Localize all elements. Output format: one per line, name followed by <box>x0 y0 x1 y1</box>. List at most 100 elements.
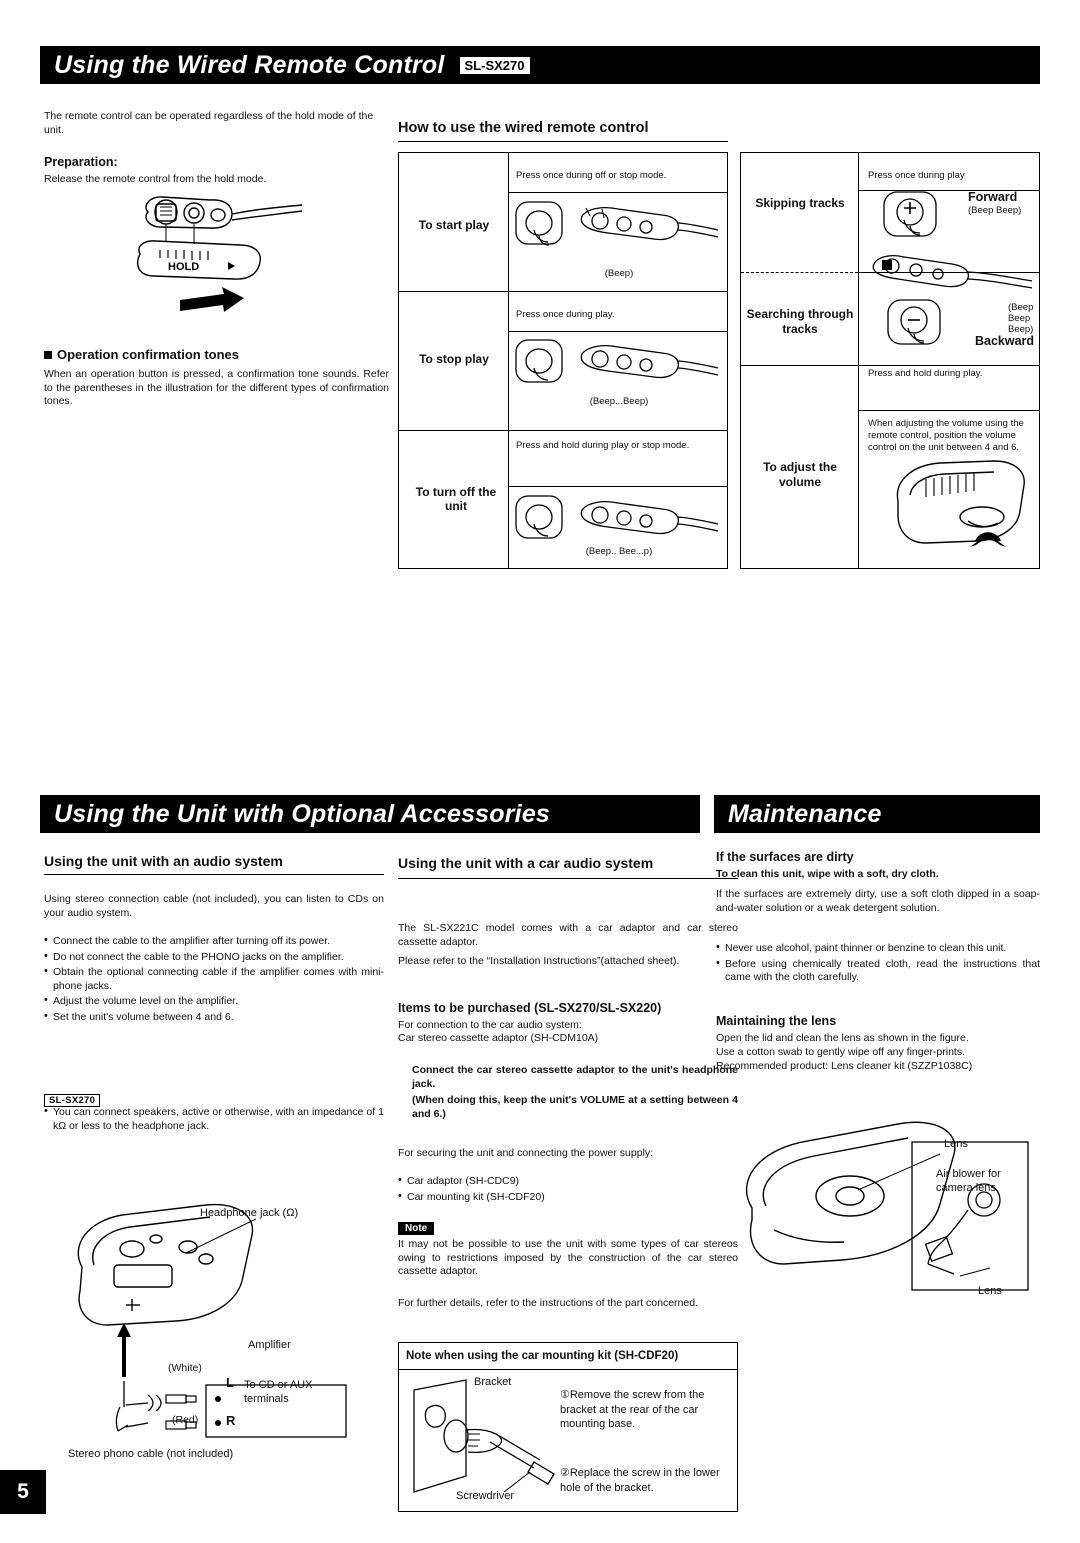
section-banner-optional-accessories: Using the Unit with Optional Accessories <box>40 795 700 833</box>
lens-text-3: Recommended product: Lens cleaner kit (S… <box>716 1060 973 1072</box>
further-details-text: For further details, refer to the instru… <box>398 1297 698 1309</box>
maintenance-bullets: Never use alcohol, paint thinner or benz… <box>716 941 1040 987</box>
car-mounting-illustration <box>404 1374 564 1506</box>
fig-white-label: (White) <box>168 1362 202 1374</box>
fig-red-label: (Red) <box>172 1414 199 1426</box>
manual-page: Using the Wired Remote Control SL-SX270 … <box>0 0 1080 1543</box>
preparation-text: Release the remote control from the hold… <box>44 173 267 185</box>
air-blower-label: Air blower for camera lens <box>936 1168 1001 1194</box>
car-mounting-note-heading: Note when using the car mounting kit (SH… <box>406 1350 679 1362</box>
connect-adaptor-bold2: (When doing this, keep the unit's VOLUME… <box>412 1094 738 1120</box>
row-instruction-searching: Press and hold during play. <box>868 368 983 379</box>
screwdriver-label: Screwdriver <box>456 1490 515 1502</box>
list-item: Never use alcohol, paint thinner or benz… <box>716 941 1040 956</box>
lens-cleaning-illustration <box>722 1090 1032 1300</box>
row-instruction-turn-off: Press and hold during play or stop mode. <box>516 440 690 451</box>
row-instruction-start-play: Press once during off or stop mode. <box>516 170 667 181</box>
list-item: You can connect speakers, active or othe… <box>44 1105 384 1133</box>
remote-cable-illustration <box>868 250 1036 290</box>
items-subheading: For connection to the car audio system: <box>398 1019 582 1031</box>
mount-step-2: ②Replace the screw in the lower hole of … <box>560 1467 720 1494</box>
section1-intro: The remote control can be operated regar… <box>44 110 374 136</box>
tones-heading: Operation confirmation tones <box>44 347 384 362</box>
bullet-square-icon <box>44 351 52 359</box>
list-item: Connect the cable to the amplifier after… <box>44 934 384 949</box>
preparation-heading: Preparation: <box>44 155 118 169</box>
tones-heading-text: Operation confirmation tones <box>57 347 240 362</box>
car-audio-para2: Please refer to the “Installation Instru… <box>398 955 680 967</box>
remote-backward-illustration <box>884 296 970 358</box>
forward-label: Forward <box>968 190 1018 204</box>
securing-bullets: Car adaptor (SH-CDC9) Car mounting kit (… <box>398 1174 738 1206</box>
row-instruction-stop-play: Press once during play. <box>516 309 615 320</box>
note-chip-text: Note <box>398 1222 435 1235</box>
table-divider-h2 <box>398 430 728 431</box>
row-label-volume-text: To adjust the volume <box>763 460 837 489</box>
hold-label: HOLD <box>168 261 199 273</box>
fig-left-channel-label: L <box>226 1375 234 1390</box>
row-instruction-skipping: Press once during play <box>868 170 965 181</box>
connect-adaptor-bold1: Connect the car stereo cassette adaptor … <box>412 1064 738 1090</box>
list-item: Car mounting kit (SH-CDF20) <box>398 1190 738 1205</box>
tones-text: When an operation button is pressed, a c… <box>44 368 389 407</box>
remote-press-illustration-1 <box>512 196 724 264</box>
row-label-stop-play: To stop play <box>419 352 489 366</box>
table-divider-vertical <box>508 152 509 569</box>
how-to-heading: How to use the wired remote control <box>398 120 728 142</box>
list-item: Set the unit's volume between 4 and 6. <box>44 1010 384 1025</box>
note-text: It may not be possible to use the unit w… <box>398 1238 738 1277</box>
row-label-skipping: Skipping tracks <box>748 196 852 210</box>
remote-press-illustration-2 <box>512 336 724 398</box>
section1-model-chip: SL-SX270 <box>458 55 531 75</box>
rtable-divider-r3 <box>858 410 1040 411</box>
table-divider-r1 <box>508 192 728 193</box>
list-item: Adjust the volume level on the amplifier… <box>44 994 384 1009</box>
audio-system-heading: Using the unit with an audio system <box>44 853 384 875</box>
lens-label-top: Lens <box>944 1138 968 1150</box>
securing-unit-text: For securing the unit and connecting the… <box>398 1147 654 1159</box>
lens-text-2: Use a cotton swab to gently wipe off any… <box>716 1046 966 1058</box>
list-item: Do not connect the cable to the PHONO ja… <box>44 950 384 965</box>
row-label-turn-off: To turn off the unit <box>415 485 497 513</box>
fig-headphone-jack-label: Headphone jack (Ω) <box>200 1207 299 1219</box>
remote-control-illustration: HOLD <box>120 188 330 343</box>
section2-title: Using the Unit with Optional Accessories <box>54 799 551 828</box>
fig-amplifier-label: Amplifier <box>248 1339 291 1351</box>
row-label-volume: To adjust the volume <box>744 460 856 490</box>
list-item: Car adaptor (SH-CDC9) <box>398 1174 738 1189</box>
table-divider-h1 <box>398 291 728 292</box>
audio-system-para: Using stereo connection cable (not inclu… <box>44 893 384 919</box>
items-to-purchase-heading: Items to be purchased (SL-SX270/SL-SX220… <box>398 1001 662 1015</box>
forward-beep: (Beep Beep) <box>968 205 1022 216</box>
dirty-surfaces-bold: To clean this unit, wipe with a soft, dr… <box>716 868 939 880</box>
remote-forward-illustration <box>880 188 970 250</box>
fig-terminals-label: To CD or AUX terminals <box>244 1379 313 1405</box>
section-banner-maintenance: Maintenance <box>714 795 1040 833</box>
backward-label: Backward <box>975 334 1035 348</box>
lens-text-1: Open the lid and clean the lens as shown… <box>716 1032 969 1044</box>
row-label-start-play: To start play <box>418 218 490 232</box>
dirty-surfaces-text: If the surfaces are extremely dirty, use… <box>716 888 1040 914</box>
section1-title: Using the Wired Remote Control <box>54 50 445 79</box>
remote-press-illustration-3 <box>512 492 724 554</box>
audio-system-bullets: Connect the cable to the amplifier after… <box>44 934 384 1026</box>
volume-unit-illustration <box>882 455 1034 555</box>
bracket-label: Bracket <box>474 1376 512 1388</box>
table-divider-r2 <box>508 331 728 332</box>
car-audio-heading: Using the unit with a car audio system <box>398 853 738 879</box>
items-line: Car stereo cassette adaptor (SH-CDM10A) <box>398 1032 599 1044</box>
note-box-divider <box>398 1369 738 1370</box>
fig-right-channel-label: R <box>226 1413 236 1428</box>
table-divider-r3 <box>508 486 728 487</box>
fig-cable-label: Stereo phono cable (not included) <box>68 1448 234 1460</box>
row-beep-start-play: (Beep) <box>604 268 634 279</box>
maintaining-lens-heading: Maintaining the lens <box>716 1014 837 1028</box>
row-label-skipping-text: Skipping tracks <box>755 196 845 210</box>
note-chip: Note <box>398 1218 435 1236</box>
list-item: Obtain the optional connecting cable if … <box>44 965 384 993</box>
rtable-dashed-divider <box>741 272 858 273</box>
dirty-surfaces-heading: If the surfaces are dirty <box>716 850 854 864</box>
section-banner-wired-remote: Using the Wired Remote Control SL-SX270 <box>40 46 1040 84</box>
section3-title: Maintenance <box>728 799 882 828</box>
mount-step-1: ①Remove the screw from the bracket at th… <box>560 1389 705 1430</box>
